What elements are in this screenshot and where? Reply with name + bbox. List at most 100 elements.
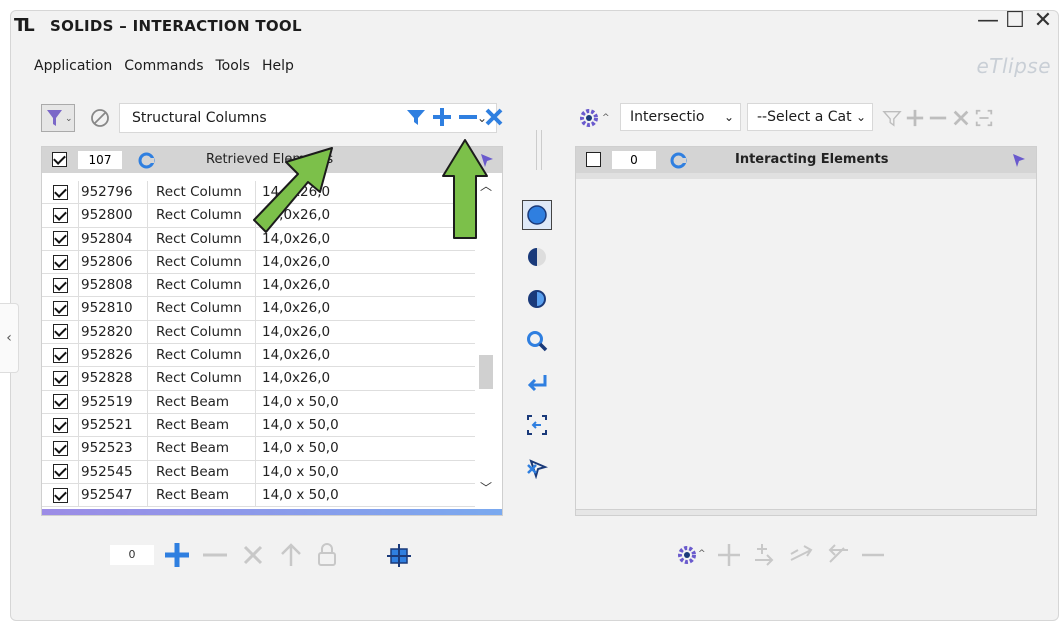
circle-full-icon bbox=[527, 205, 547, 225]
expand-icon[interactable] bbox=[974, 108, 994, 128]
plus-icon[interactable] bbox=[714, 540, 744, 570]
table-row[interactable]: 952521 Rect Beam 14,0 x 50,0 bbox=[42, 413, 475, 438]
scroll-down-icon[interactable]: ﹀ bbox=[476, 479, 496, 497]
close-icon[interactable] bbox=[238, 540, 268, 570]
splitter-handle[interactable] bbox=[536, 130, 542, 170]
full-intersect-button[interactable] bbox=[522, 200, 552, 230]
element-id: 952547 bbox=[78, 483, 147, 507]
row-checkbox[interactable] bbox=[52, 301, 68, 317]
progress-bar bbox=[42, 509, 502, 515]
lock-icon[interactable] bbox=[314, 540, 340, 570]
element-type: Rect Beam bbox=[147, 483, 255, 507]
element-type: Rect Column bbox=[147, 250, 255, 274]
row-checkbox[interactable] bbox=[52, 207, 68, 223]
filter-icon[interactable] bbox=[405, 107, 427, 127]
svg-text:⌄: ⌄ bbox=[65, 114, 71, 124]
panel-title: Interacting Elements bbox=[735, 152, 889, 167]
menu-help[interactable]: Help bbox=[262, 58, 294, 74]
minus-icon[interactable] bbox=[858, 540, 888, 570]
chevron-left-icon: ‹ bbox=[6, 330, 12, 346]
middle-toolbar bbox=[522, 200, 554, 494]
app-logo: TL bbox=[14, 15, 35, 36]
clear-selection-button[interactable] bbox=[522, 452, 552, 482]
minus-icon[interactable] bbox=[200, 540, 230, 570]
row-checkbox[interactable] bbox=[52, 417, 68, 433]
row-checkbox[interactable] bbox=[52, 464, 68, 480]
grid-select-icon[interactable] bbox=[384, 540, 414, 570]
element-size: 14,0x26,0 bbox=[255, 297, 475, 320]
table-row[interactable]: 952806 Rect Column 14,0x26,0 bbox=[42, 250, 475, 275]
back-arrow-icon[interactable] bbox=[822, 540, 852, 570]
element-id: 952808 bbox=[78, 274, 147, 297]
row-checkbox[interactable] bbox=[52, 371, 68, 387]
half-right-button[interactable] bbox=[522, 284, 552, 314]
minimize-button[interactable]: — bbox=[977, 10, 999, 32]
select-all-checkbox[interactable] bbox=[586, 152, 601, 167]
right-bottom-toolbar: ^ bbox=[676, 540, 888, 570]
element-id: 952523 bbox=[78, 437, 147, 460]
menu-tools[interactable]: Tools bbox=[215, 58, 250, 74]
row-checkbox[interactable] bbox=[52, 324, 68, 340]
select-all-checkbox[interactable] bbox=[52, 152, 67, 167]
refresh-icon[interactable] bbox=[138, 152, 155, 169]
row-checkbox[interactable] bbox=[52, 184, 68, 200]
return-button[interactable] bbox=[522, 368, 552, 398]
element-id: 952545 bbox=[78, 460, 147, 483]
maximize-button[interactable]: ☐ bbox=[1005, 10, 1025, 32]
table-row[interactable]: 952545 Rect Beam 14,0 x 50,0 bbox=[42, 460, 475, 484]
close-button[interactable]: ✕ bbox=[1033, 10, 1053, 32]
collapse-handle[interactable]: ‹ bbox=[0, 303, 19, 373]
row-checkbox[interactable] bbox=[52, 254, 68, 270]
left-action-icons bbox=[405, 106, 505, 128]
row-checkbox[interactable] bbox=[52, 394, 68, 410]
table-row[interactable]: 952523 Rect Beam 14,0 x 50,0 bbox=[42, 437, 475, 461]
table-row[interactable]: 952826 Rect Column 14,0x26,0 bbox=[42, 344, 475, 368]
menu-commands[interactable]: Commands bbox=[124, 58, 203, 74]
close-icon[interactable] bbox=[951, 108, 971, 128]
right-category-select[interactable]: --Select a Categ ⌄ bbox=[747, 103, 873, 131]
table-row[interactable]: 952828 Rect Column 14,0x26,0 bbox=[42, 367, 475, 391]
plus-icon[interactable] bbox=[905, 108, 925, 128]
circle-half-left-icon bbox=[528, 248, 546, 266]
no-filter-icon[interactable] bbox=[87, 104, 117, 132]
scroll-thumb[interactable] bbox=[479, 355, 493, 389]
table-row[interactable]: 952810 Rect Column 14,0x26,0 bbox=[42, 297, 475, 321]
row-checkbox[interactable] bbox=[52, 231, 68, 247]
filter-icon[interactable] bbox=[882, 108, 902, 128]
minus-icon[interactable] bbox=[928, 108, 948, 128]
fit-selection-button[interactable] bbox=[522, 410, 552, 440]
filter-dropdown-button[interactable]: ⌄ bbox=[41, 104, 75, 132]
search-button[interactable] bbox=[522, 326, 552, 356]
select-cursor-icon[interactable] bbox=[1010, 151, 1028, 169]
settings-gear-icon[interactable]: ^ bbox=[578, 106, 612, 130]
table-row[interactable]: 952820 Rect Column 14,0x26,0 bbox=[42, 320, 475, 345]
element-id: 952519 bbox=[78, 390, 147, 413]
table-row[interactable]: 952547 Rect Beam 14,0 x 50,0 bbox=[42, 483, 475, 508]
row-checkbox[interactable] bbox=[52, 277, 68, 293]
half-left-button[interactable] bbox=[522, 242, 552, 272]
element-id: 952806 bbox=[78, 250, 147, 274]
close-icon[interactable] bbox=[483, 106, 505, 128]
row-checkbox[interactable] bbox=[52, 347, 68, 363]
element-id: 952820 bbox=[78, 320, 147, 344]
refresh-icon[interactable] bbox=[670, 152, 687, 169]
swap-arrow-icon[interactable] bbox=[786, 540, 816, 570]
element-type: Rect Column bbox=[147, 181, 255, 204]
table-row[interactable]: 952808 Rect Column 14,0x26,0 bbox=[42, 274, 475, 298]
minus-icon[interactable] bbox=[457, 106, 479, 128]
table-row[interactable]: 952519 Rect Beam 14,0 x 50,0 bbox=[42, 390, 475, 414]
plus-icon[interactable] bbox=[431, 106, 453, 128]
search-icon bbox=[527, 331, 548, 352]
settings-gear-icon[interactable]: ^ bbox=[676, 542, 708, 568]
annotation-arrow-diagonal bbox=[253, 147, 333, 233]
element-id: 952826 bbox=[78, 344, 147, 367]
mode-select[interactable]: Intersectio ⌄ bbox=[620, 103, 741, 131]
menu-application[interactable]: Application bbox=[34, 58, 112, 74]
element-type: Rect Column bbox=[147, 227, 255, 250]
element-type: Rect Column bbox=[147, 204, 255, 227]
row-checkbox[interactable] bbox=[52, 487, 68, 503]
arrow-up-icon[interactable] bbox=[276, 540, 306, 570]
row-checkbox[interactable] bbox=[52, 440, 68, 456]
plus-icon[interactable] bbox=[162, 540, 192, 570]
add-arrow-icon[interactable] bbox=[750, 540, 780, 570]
